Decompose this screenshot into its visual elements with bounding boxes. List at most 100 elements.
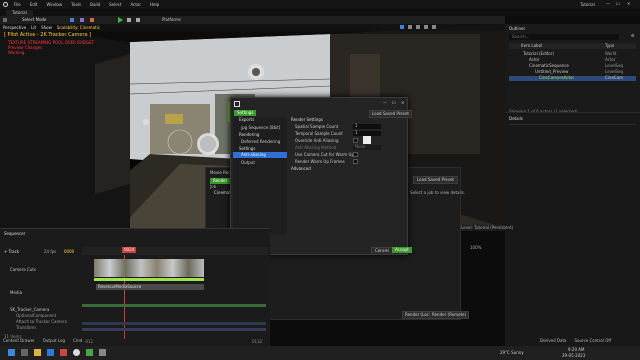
track-camera-cuts[interactable]: Camera Cuts	[10, 268, 36, 272]
grid-snap-icon[interactable]	[424, 25, 428, 29]
folder-icon[interactable]	[34, 349, 41, 356]
fps-label[interactable]: 24 fps	[44, 250, 56, 254]
edge-icon[interactable]	[47, 349, 54, 356]
render-remote-button[interactable]: Render (Remote)	[429, 311, 470, 319]
advanced-section[interactable]: Advanced	[291, 167, 311, 171]
source-control-button[interactable]: Source Control Off	[575, 339, 612, 343]
camera-cut-thumbnails[interactable]	[94, 259, 204, 277]
camera-cut-bar[interactable]	[94, 278, 204, 281]
track-media[interactable]: Media	[10, 291, 22, 295]
camera-cut-warmup-checkbox[interactable]	[353, 152, 358, 157]
outliner-tab[interactable]: Outliner	[509, 27, 525, 31]
clock-date[interactable]: 29-05-2023	[562, 354, 585, 358]
settings-gear-icon[interactable]: ⚙	[631, 34, 635, 38]
maximize-icon[interactable]: ☐	[616, 2, 620, 6]
col-item-label[interactable]: Item Label	[521, 44, 542, 48]
level-label: Level: Tutorial (Persistent)	[461, 225, 514, 231]
menu-tools[interactable]: Tools	[71, 3, 81, 7]
close-icon[interactable]: ✕	[627, 2, 630, 6]
override-aa-checkbox[interactable]	[353, 138, 358, 143]
show-button[interactable]: Show	[41, 26, 52, 30]
translate-icon[interactable]	[400, 25, 404, 29]
frame-readout: 0000	[64, 249, 75, 254]
aa-method-select[interactable]: None	[353, 145, 381, 150]
menu-select[interactable]: Select	[109, 3, 121, 7]
sidebar-item-exports[interactable]: Exports	[239, 118, 254, 122]
cancel-button[interactable]: Cancel	[371, 247, 393, 255]
details-panel: Details	[505, 112, 640, 360]
accept-button[interactable]: Accept	[392, 247, 412, 253]
add-track-button[interactable]: + Track	[4, 250, 19, 254]
details-tab[interactable]: Details	[509, 117, 523, 121]
play-icon[interactable]	[118, 17, 123, 23]
app-icon[interactable]	[86, 349, 93, 356]
warmup-frames-checkbox[interactable]	[353, 159, 358, 164]
sidebar-item-jpg-sequence[interactable]: jpg Sequence [8bit]	[241, 126, 280, 130]
dialog-close-icon[interactable]: ✕	[401, 101, 404, 105]
app-icon[interactable]	[99, 349, 106, 356]
col-type[interactable]: Type	[605, 44, 614, 48]
cmd-tab[interactable]: Cmd	[73, 339, 82, 343]
cinematics-icon[interactable]	[90, 18, 94, 22]
unreal-logo-icon	[3, 2, 8, 7]
scalability-button[interactable]: Scalability: Cinematic	[57, 26, 100, 30]
timeline-ruler[interactable]	[82, 247, 268, 255]
render-settings-header: Render Settings	[291, 117, 323, 122]
menu-help[interactable]: Help	[150, 3, 159, 7]
playhead-label[interactable]: 0024	[122, 247, 137, 253]
sidebar-item-output[interactable]: Output	[241, 161, 255, 165]
track-attach[interactable]: Attach to Tracker Camera	[16, 320, 67, 324]
menu-actor[interactable]: Actor	[130, 3, 141, 7]
dialog-minimize-icon[interactable]: —	[383, 101, 387, 105]
sidebar-item-anti-aliasing[interactable]: Anti-aliasing	[233, 152, 287, 158]
sidebar-item-deferred-rendering[interactable]: Deferred Rendering	[241, 140, 280, 144]
select-mode-button[interactable]: Select Mode	[22, 18, 47, 22]
minimize-icon[interactable]: —	[606, 2, 610, 6]
dialog-maximize-icon[interactable]: ☐	[392, 101, 396, 105]
sequencer-tab[interactable]: Sequencer	[4, 232, 25, 236]
menu-window[interactable]: Window	[46, 3, 62, 7]
lit-button[interactable]: Lit	[31, 26, 36, 30]
save-icon[interactable]	[3, 18, 7, 22]
menu-file[interactable]: File	[14, 3, 21, 7]
blueprint-icon[interactable]	[80, 18, 84, 22]
track-transform[interactable]: Transform	[16, 326, 36, 330]
content-drawer-tab[interactable]: Content Drawer	[3, 339, 35, 343]
stop-icon[interactable]	[136, 18, 140, 22]
zoom-label[interactable]: 100%	[470, 246, 481, 250]
unreal-taskbar-icon[interactable]	[73, 349, 80, 356]
spatial-sample-input[interactable]: 1	[353, 124, 381, 129]
search-icon[interactable]	[21, 349, 28, 356]
media-clip[interactable]: RevenueMediaSource	[96, 284, 204, 290]
pilot-active-text: [ Pilot Active - 2K Tracker Camera ]	[4, 32, 92, 38]
outliner-search-input[interactable]: Search...	[509, 34, 619, 40]
menu-edit[interactable]: Edit	[30, 3, 38, 7]
weather-label[interactable]: 29°C Sunny	[500, 351, 524, 355]
start-icon[interactable]	[8, 349, 15, 356]
rotate-icon[interactable]	[408, 25, 412, 29]
project-tab-bar: Tutorial	[0, 9, 640, 16]
time-start: -012	[84, 339, 94, 344]
step-icon[interactable]	[127, 18, 131, 22]
mrq-load-preset-button[interactable]: Load Saved Preset	[413, 176, 458, 184]
load-saved-preset-button[interactable]: Load Saved Preset	[369, 110, 412, 118]
sequencer-panel: Sequencer + Track 24 fps 0000 0024 Camer…	[0, 228, 270, 346]
viewport-right-tools	[400, 25, 436, 29]
app-icon[interactable]	[60, 349, 67, 356]
outliner-row-selected[interactable]: CineCameraActor CineCam	[509, 76, 636, 81]
platforms-button[interactable]: Platforms	[162, 18, 181, 22]
sidebar-item-rendering[interactable]: Rendering	[239, 133, 259, 137]
track-tracker-camera[interactable]: SK_Tracker_Camera	[10, 308, 49, 312]
add-actor-icon[interactable]	[70, 18, 74, 22]
clock-time[interactable]: 9:20 AM	[568, 348, 584, 352]
output-log-tab[interactable]: Output Log	[43, 339, 65, 343]
settings-add-button[interactable]: Settings	[234, 110, 257, 116]
sidebar-item-settings[interactable]: Settings	[239, 147, 255, 151]
track-optional-component[interactable]: OptionalComponent	[16, 314, 56, 318]
keyframe-row	[82, 328, 266, 331]
camera-speed-icon[interactable]	[432, 25, 436, 29]
derived-data-button[interactable]: Derived Data	[540, 339, 567, 343]
perspective-button[interactable]: Perspective	[3, 26, 26, 30]
scale-icon[interactable]	[416, 25, 420, 29]
menu-build[interactable]: Build	[90, 3, 100, 7]
